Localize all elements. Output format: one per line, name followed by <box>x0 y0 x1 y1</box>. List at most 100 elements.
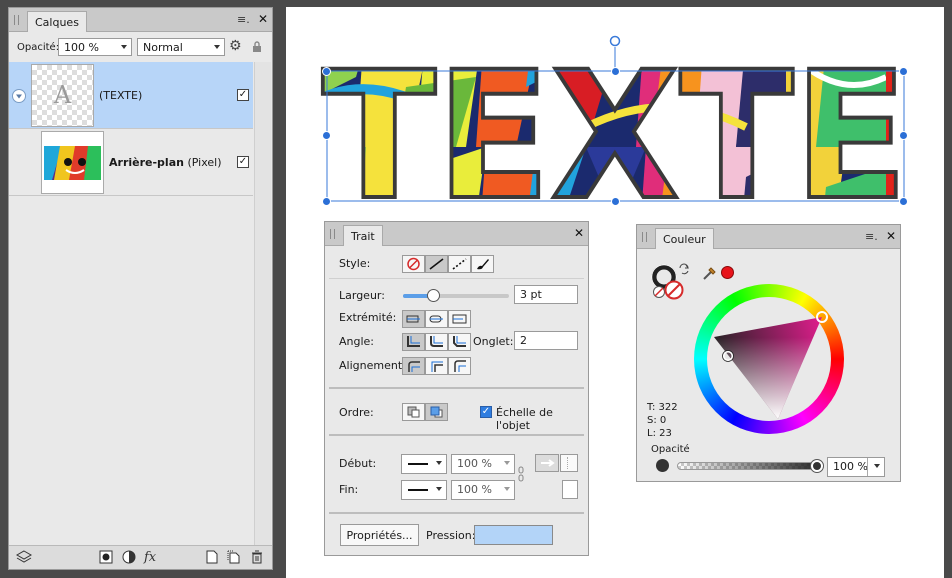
cap-label: Extrémité: <box>339 311 397 324</box>
panel-menu-icon[interactable]: ≡. <box>865 230 878 243</box>
tab-layers[interactable]: Calques <box>27 11 87 32</box>
swap-colors-icon[interactable] <box>678 263 690 278</box>
new-layer-icon[interactable] <box>206 550 218 568</box>
blend-mode-value: Normal <box>143 41 183 54</box>
adjustment-icon[interactable] <box>122 550 136 568</box>
align-inside-button[interactable] <box>425 357 448 375</box>
divider <box>329 434 584 436</box>
layers-bottom-toolbar: fx <box>9 545 272 569</box>
opacity-dropdown[interactable]: 100 % <box>827 457 885 477</box>
end-scale-value: 100 % <box>457 483 492 496</box>
fill-swatch-icon[interactable] <box>664 280 684 303</box>
start-scale-value: 100 % <box>457 457 492 470</box>
stroke-tab-bar: Trait ✕ <box>325 222 588 246</box>
order-behind-button[interactable] <box>402 403 425 421</box>
start-arrow-dropdown[interactable] <box>401 454 447 474</box>
arrow-placement-button[interactable] <box>560 454 578 472</box>
layer-name-bold: Arrière-plan <box>109 156 184 169</box>
close-icon[interactable]: ✕ <box>574 226 584 240</box>
opacity-value: 100 % <box>64 41 99 54</box>
opacity-slider-knob[interactable] <box>811 460 823 472</box>
style-brush-button[interactable] <box>471 255 494 273</box>
layer-thumbnail-text: A <box>31 64 94 127</box>
style-none-button[interactable] <box>402 255 425 273</box>
swap-arrows-button[interactable] <box>535 454 559 472</box>
panel-grip[interactable] <box>642 232 647 242</box>
order-label: Ordre: <box>339 406 374 419</box>
align-outside-button[interactable] <box>448 357 471 375</box>
join-round-button[interactable] <box>425 333 448 351</box>
blend-mode-dropdown[interactable]: Normal <box>137 38 225 56</box>
gear-icon[interactable]: ⚙ <box>229 38 242 54</box>
link-icon[interactable] <box>518 466 524 485</box>
layer-visibility-checkbox[interactable]: ✓ <box>237 156 249 168</box>
saturation-readout: S: 0 <box>647 415 667 426</box>
selection-handle[interactable] <box>899 67 908 76</box>
join-miter-button[interactable] <box>402 333 425 351</box>
align-center-button[interactable] <box>402 357 425 375</box>
cap-butt-button[interactable] <box>402 310 425 328</box>
tab-color[interactable]: Couleur <box>655 228 714 249</box>
layer-options-bar: Opacité: 100 % Normal ⚙ <box>9 34 272 60</box>
stack-icon[interactable] <box>15 550 33 568</box>
cap-round-button[interactable] <box>425 310 448 328</box>
divider <box>329 512 584 514</box>
selection-handle[interactable] <box>322 197 331 206</box>
selection-handle[interactable] <box>899 131 908 140</box>
saturation-triangle[interactable] <box>694 284 844 434</box>
style-solid-button[interactable] <box>425 255 448 273</box>
selection-handle[interactable] <box>322 131 331 140</box>
opacity-dropdown[interactable]: 100 % <box>58 38 132 56</box>
lightness-readout: L: 23 <box>647 428 672 439</box>
end-arrow-dropdown[interactable] <box>401 480 447 500</box>
end-label: Fin: <box>339 483 359 496</box>
close-icon[interactable]: ✕ <box>886 229 896 243</box>
properties-button[interactable]: Propriétés... <box>340 524 419 546</box>
duplicate-icon[interactable] <box>227 550 241 568</box>
order-front-button[interactable] <box>425 403 448 421</box>
pressure-curve-field[interactable] <box>474 525 553 545</box>
fx-icon[interactable]: fx <box>144 550 156 565</box>
layer-name: Arrière-plan (Pixel) <box>109 156 221 169</box>
width-label: Largeur: <box>339 289 385 302</box>
miter-label: Onglet: <box>473 335 514 348</box>
eyedropper-icon[interactable] <box>702 265 718 284</box>
mask-icon[interactable] <box>99 550 113 568</box>
divider <box>329 278 584 279</box>
close-icon[interactable]: ✕ <box>258 12 268 26</box>
layer-type: (Pixel) <box>187 156 222 169</box>
layer-row-text[interactable]: A (TEXTE) ✓ <box>9 62 253 129</box>
selection-handle[interactable] <box>322 67 331 76</box>
layers-tab-bar: Calques ≡. ✕ <box>9 8 272 32</box>
layers-panel: Calques ≡. ✕ Opacité: 100 % Normal ⚙ A (… <box>8 7 273 570</box>
end-placement-button[interactable] <box>562 480 578 499</box>
selection-handle[interactable] <box>899 197 908 206</box>
selection-handle[interactable] <box>611 67 620 76</box>
tab-stroke[interactable]: Trait <box>343 225 383 246</box>
width-input[interactable]: 3 pt <box>514 285 578 304</box>
selection-handle[interactable] <box>611 197 620 206</box>
style-dashed-button[interactable] <box>448 255 471 273</box>
expand-icon[interactable] <box>12 89 26 106</box>
panel-menu-icon[interactable]: ≡. <box>237 13 250 26</box>
panel-grip[interactable] <box>14 15 19 25</box>
width-slider[interactable] <box>403 289 509 302</box>
picked-color-swatch[interactable] <box>721 266 734 279</box>
start-scale-dropdown[interactable]: 100 % <box>451 454 515 474</box>
opacity-slider[interactable] <box>677 462 821 470</box>
scale-with-object-checkbox[interactable]: ✓ <box>480 406 492 418</box>
trash-icon[interactable] <box>251 550 263 568</box>
cap-square-button[interactable] <box>448 310 471 328</box>
width-slider-knob[interactable] <box>426 289 440 302</box>
layer-visibility-checkbox[interactable]: ✓ <box>237 89 249 101</box>
layers-scrollbar[interactable] <box>254 62 271 548</box>
opacity-color-dot <box>656 459 669 472</box>
miter-input[interactable]: 2 <box>514 331 578 350</box>
lock-icon[interactable] <box>252 40 262 56</box>
panel-grip[interactable] <box>330 229 335 239</box>
end-scale-dropdown[interactable]: 100 % <box>451 480 515 500</box>
align-label: Alignement: <box>339 359 406 372</box>
layer-row-background[interactable]: Arrière-plan (Pixel) ✓ <box>9 129 253 196</box>
style-label: Style: <box>339 257 371 270</box>
join-bevel-button[interactable] <box>448 333 471 351</box>
